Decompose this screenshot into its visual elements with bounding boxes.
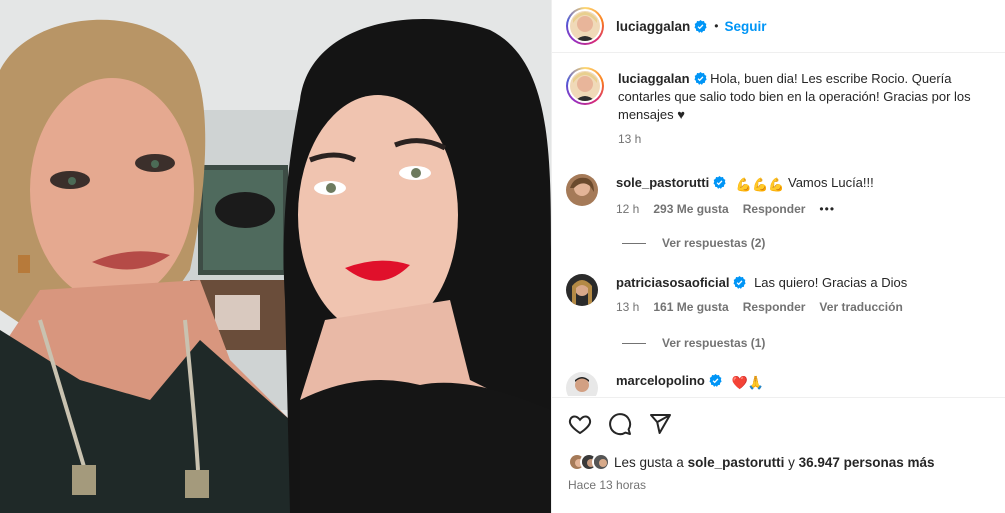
share-icon[interactable] bbox=[648, 412, 672, 436]
liker-avatar bbox=[592, 453, 610, 471]
post-actions: Les gusta a sole_pastorutti y 36.947 per… bbox=[552, 397, 1005, 513]
comment-avatar[interactable] bbox=[566, 372, 598, 396]
comment-avatar[interactable] bbox=[566, 274, 598, 306]
likes-prefix: Les gusta a bbox=[614, 454, 684, 470]
comment-icon[interactable] bbox=[608, 412, 632, 436]
comment-username[interactable]: marcelopolino bbox=[616, 373, 705, 388]
translate-button[interactable]: Ver traducción bbox=[819, 300, 902, 314]
view-replies-button[interactable]: Ver respuestas (1) bbox=[622, 336, 765, 350]
likes-text: Les gusta a sole_pastorutti y 36.947 per… bbox=[614, 455, 934, 470]
likes-count[interactable]: 36.947 personas más bbox=[799, 455, 935, 470]
post-header: luciaggalan • Seguir bbox=[552, 0, 1005, 53]
verified-icon bbox=[713, 176, 726, 189]
separator-dot: • bbox=[714, 19, 719, 33]
caption-avatar[interactable] bbox=[566, 67, 604, 105]
flexed-biceps-emoji: 💪💪💪 bbox=[735, 177, 785, 192]
comment-username[interactable]: sole_pastorutti bbox=[616, 175, 709, 190]
comment-username[interactable]: patriciasosaoficial bbox=[616, 275, 729, 290]
verified-icon bbox=[694, 72, 707, 85]
comment-item: patriciasosaoficial Las quiero! Gracias … bbox=[566, 274, 996, 314]
comment-item: marcelopolino ❤️🙏 bbox=[566, 372, 996, 396]
view-replies-label: Ver respuestas (2) bbox=[662, 236, 766, 250]
post-photo[interactable] bbox=[0, 0, 551, 513]
caption-text-block: luciaggalan Hola, buen dia! Les escribe … bbox=[618, 70, 996, 124]
reply-button[interactable]: Responder bbox=[743, 300, 806, 314]
verified-icon bbox=[709, 374, 722, 387]
heart-icon[interactable] bbox=[568, 412, 592, 436]
caption: luciaggalan Hola, buen dia! Les escribe … bbox=[566, 67, 996, 146]
comment-time[interactable]: 12 h bbox=[616, 202, 639, 216]
caption-time[interactable]: 13 h bbox=[618, 132, 641, 146]
verified-icon bbox=[694, 19, 707, 33]
comment-text: Las quiero! Gracias a Dios bbox=[754, 275, 908, 290]
comment-likes[interactable]: 293 Me gusta bbox=[653, 202, 728, 216]
comment-likes[interactable]: 161 Me gusta bbox=[653, 300, 728, 314]
view-replies-label: Ver respuestas (1) bbox=[662, 336, 766, 350]
comment-text: Vamos Lucía!!! bbox=[788, 175, 874, 190]
reply-button[interactable]: Responder bbox=[743, 202, 806, 216]
likes-user[interactable]: sole_pastorutti bbox=[688, 455, 785, 470]
replies-line bbox=[622, 342, 646, 344]
verified-icon bbox=[733, 276, 747, 289]
heart-pray-emoji: ❤️🙏 bbox=[731, 375, 764, 390]
photo-illustration bbox=[0, 0, 551, 513]
likers-avatars bbox=[568, 453, 610, 471]
comment-time[interactable]: 13 h bbox=[616, 300, 639, 314]
follow-button[interactable]: Seguir bbox=[724, 19, 766, 34]
comment-item: sole_pastorutti 💪💪💪 Vamos Lucía!!! 12 h … bbox=[566, 174, 996, 216]
more-icon[interactable]: ••• bbox=[819, 202, 835, 216]
likes-mid: y bbox=[788, 454, 795, 470]
post-sidebar: luciaggalan • Seguir luciaggalan Hola, b… bbox=[551, 0, 1005, 513]
comments-list[interactable]: luciaggalan Hola, buen dia! Les escribe … bbox=[552, 54, 1005, 396]
caption-meta: 13 h bbox=[618, 132, 996, 146]
likes-summary: Les gusta a sole_pastorutti y 36.947 per… bbox=[568, 453, 934, 471]
author-username[interactable]: luciaggalan bbox=[616, 19, 690, 34]
view-replies-button[interactable]: Ver respuestas (2) bbox=[622, 236, 765, 250]
replies-line bbox=[622, 242, 646, 244]
caption-username[interactable]: luciaggalan bbox=[618, 71, 690, 86]
post-time[interactable]: Hace 13 horas bbox=[568, 478, 646, 492]
comment-avatar[interactable] bbox=[566, 174, 598, 206]
author-avatar[interactable] bbox=[566, 7, 604, 45]
